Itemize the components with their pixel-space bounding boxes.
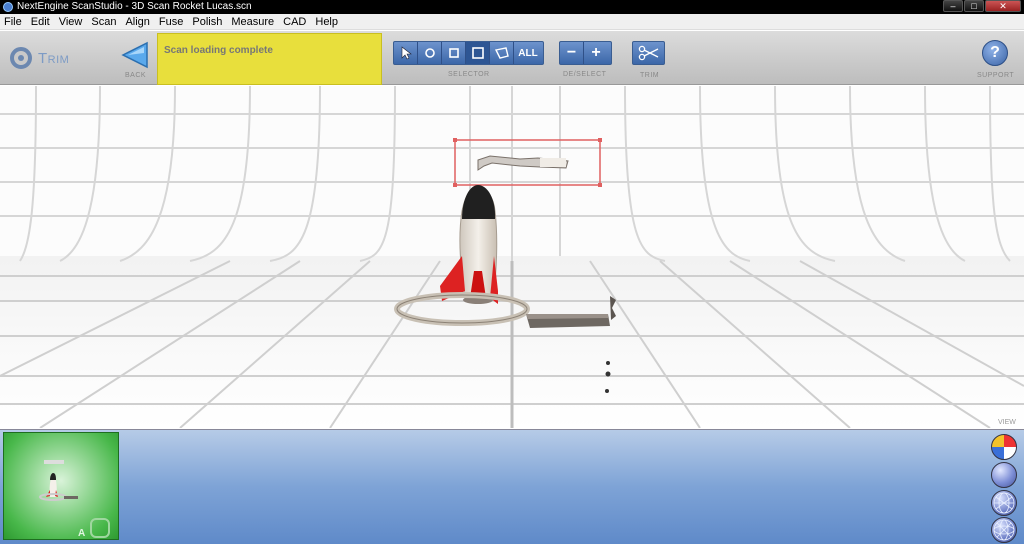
- status-message: Scan loading complete: [157, 33, 382, 85]
- maximize-button[interactable]: □: [964, 0, 984, 12]
- wireframe-view-icon[interactable]: [991, 490, 1017, 516]
- support-caption: Support: [977, 72, 1015, 79]
- circle-icon: [424, 48, 435, 58]
- select-button[interactable]: +: [584, 42, 608, 64]
- menu-measure[interactable]: Measure: [227, 14, 279, 30]
- selector-caption: Selector: [448, 71, 490, 78]
- minimize-button[interactable]: –: [943, 0, 963, 12]
- menu-fuse[interactable]: Fuse: [155, 14, 188, 30]
- view-label: VIEW: [998, 419, 1016, 426]
- menu-cad[interactable]: CAD: [279, 14, 311, 30]
- scissors-icon: [638, 45, 658, 61]
- gear-icon: [10, 47, 32, 69]
- menu-file[interactable]: File: [0, 14, 27, 30]
- scan-thumbnail[interactable]: A: [3, 432, 119, 540]
- lasso-icon: [494, 47, 509, 59]
- trim-tool[interactable]: [633, 42, 664, 64]
- window-title: NextEngine ScanStudio - 3D Scan Rocket L…: [17, 1, 252, 12]
- deselect-group: − +: [559, 41, 612, 65]
- wireframe-icon: [993, 492, 1015, 514]
- app-icon: [3, 2, 13, 12]
- solid-view-icon[interactable]: [991, 462, 1017, 488]
- thumbnail-label: A: [78, 528, 85, 539]
- mode-title: Trim: [38, 50, 70, 67]
- rectangle-select-button[interactable]: [442, 42, 466, 64]
- square-icon: [448, 48, 459, 58]
- arrow-cursor-icon: [401, 46, 412, 60]
- close-button[interactable]: ✕: [985, 0, 1021, 12]
- menu-view[interactable]: View: [55, 14, 88, 30]
- menu-edit[interactable]: Edit: [27, 14, 55, 30]
- back-caption: Back: [125, 72, 147, 79]
- menu-scan[interactable]: Scan: [87, 14, 121, 30]
- trim-button[interactable]: [632, 41, 665, 65]
- mesh-icon: [993, 519, 1015, 541]
- menu-align[interactable]: Align: [121, 14, 154, 30]
- menu-help[interactable]: Help: [311, 14, 343, 30]
- mesh-view-icon[interactable]: [991, 517, 1017, 543]
- box-select-button[interactable]: [466, 42, 490, 64]
- deselect-caption: De/Select: [563, 71, 607, 78]
- trim-caption: Trim: [640, 72, 660, 79]
- select-all-button[interactable]: ALL: [514, 42, 542, 64]
- circle-select-button[interactable]: [418, 42, 442, 64]
- bottom-panel: A: [0, 429, 1024, 544]
- minus-icon: −: [566, 44, 577, 61]
- help-button[interactable]: ?: [982, 40, 1008, 66]
- title-bar: NextEngine ScanStudio - 3D Scan Rocket L…: [0, 0, 1024, 14]
- deselect-button[interactable]: −: [560, 42, 584, 64]
- selector-group: ALL: [393, 41, 544, 65]
- lasso-select-button[interactable]: [490, 42, 514, 64]
- color-view-icon[interactable]: [991, 434, 1017, 460]
- viewport-canvas[interactable]: VIEW: [0, 86, 1024, 428]
- pointer-select-button[interactable]: [394, 42, 418, 64]
- menu-bar: File Edit View Scan Align Fuse Polish Measure CA…: [0, 14, 1024, 30]
- rocket-thumbnail-icon: A: [39, 460, 110, 539]
- 3d-viewport[interactable]: VIEW: [0, 86, 1024, 428]
- toolbar: Trim Back Scan loading complete ALL Sele…: [0, 31, 1024, 85]
- plus-icon: +: [591, 44, 601, 61]
- box-icon: [471, 47, 484, 59]
- menu-polish[interactable]: Polish: [188, 14, 227, 30]
- back-button[interactable]: [120, 41, 150, 69]
